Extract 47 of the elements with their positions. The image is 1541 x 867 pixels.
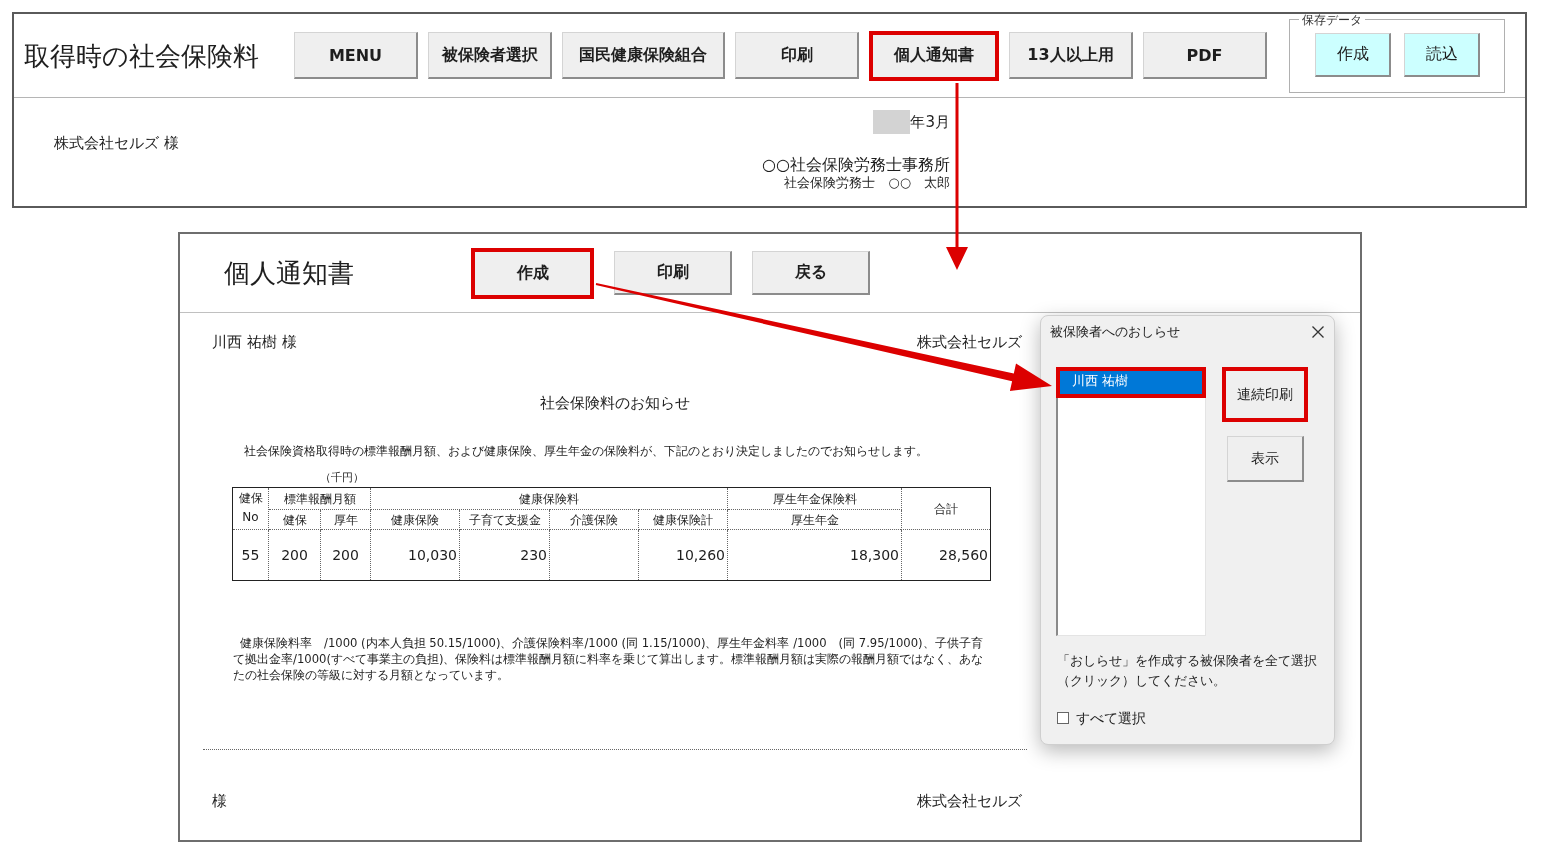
office-name: ○○社会保険労務士事務所 — [762, 155, 950, 175]
toolbar-button[interactable]: PDF — [1143, 32, 1267, 79]
column-header: 健康保険 — [370, 509, 460, 530]
window-title: 個人通知書 — [224, 257, 354, 289]
column-header: 厚生年金保険料 — [727, 487, 902, 510]
column-header: 介護保険 — [549, 509, 639, 530]
toolbar-button[interactable]: 印刷 — [735, 32, 859, 79]
shaded-cell — [873, 110, 911, 134]
addressee-text: 株式会社セルズ 様 — [54, 134, 179, 152]
company-name: 株式会社セルズ — [917, 333, 1022, 351]
checkbox-label[interactable]: すべて選択 — [1076, 709, 1146, 727]
notes-text: 健康保険料率 /1000 (内本人負担 50.15/1000)、介護保険料率/1000 (同 1.15/1000)、厚生年金料率 /1000 (同 7.95/1000)、子供子育て拠出金率/1000(すべて事業主の負担)、保険料は標準報酬月額に料率を乗じて算出します。標準報酬月額は実際の報酬月額ではなく、あなたの社会保険の等級に対する月額となっています。 — [233, 635, 985, 683]
column-header: 健康保険計 — [638, 509, 728, 530]
signer-name: 社会保険労務士 ○○ 太郎 — [784, 175, 950, 191]
notice-heading: 社会保険料のお知らせ — [540, 394, 690, 412]
column-header: 健保 — [268, 509, 321, 530]
addressee-text: 川西 祐樹 様 — [212, 333, 297, 351]
company-name: 株式会社セルズ — [917, 792, 1022, 810]
toolbar-button[interactable]: 13人以上用 — [1009, 32, 1133, 79]
date-text: 年3月 — [910, 113, 950, 131]
toolbar-button[interactable]: MENU — [294, 32, 418, 79]
dialog-title: 被保険者へのおしらせ — [1050, 323, 1180, 340]
window-title: 取得時の社会保険料 — [24, 39, 259, 72]
toolbar-button[interactable]: 印刷 — [614, 251, 732, 295]
save-data-button[interactable]: 読込 — [1404, 32, 1480, 77]
unit-note: （千円） — [320, 471, 364, 485]
list-item[interactable]: 川西 祐樹 — [1056, 367, 1206, 398]
list-box[interactable]: 川西 祐樹 — [1056, 367, 1206, 636]
save-data-button[interactable]: 作成 — [1315, 32, 1391, 77]
checkbox[interactable] — [1057, 712, 1069, 724]
instruction-text: 「おしらせ」を作成する被保険者を全て選択（クリック）してください。 — [1057, 652, 1318, 690]
toolbar-button[interactable]: 個人通知書 — [869, 30, 999, 81]
column-header: 健康保険料 — [370, 487, 728, 510]
group-legend: 保存データ — [1299, 12, 1365, 27]
addressee-text: 様 — [212, 792, 227, 810]
column-header: 標準報酬月額 — [268, 487, 371, 510]
close-icon[interactable] — [1312, 325, 1324, 338]
intro-text: 社会保険資格取得時の標準報酬月額、および健康保険、厚生年金の保険料が、下記のとおり決定しましたのでお知らせします。 — [244, 443, 928, 459]
column-header: 健保 No — [232, 487, 269, 530]
column-header: 子育て支援金 — [459, 509, 550, 530]
toolbar-button[interactable]: 国民健康保険組合 — [562, 32, 725, 79]
toolbar-button[interactable]: 被保険者選択 — [428, 32, 552, 79]
toolbar-button[interactable]: 作成 — [471, 247, 594, 299]
column-header: 厚年 — [320, 509, 371, 530]
dialog-button[interactable]: 表示 — [1226, 436, 1304, 482]
dialog-button[interactable]: 連続印刷 — [1222, 367, 1308, 422]
toolbar-button[interactable]: 戻る — [752, 251, 870, 295]
